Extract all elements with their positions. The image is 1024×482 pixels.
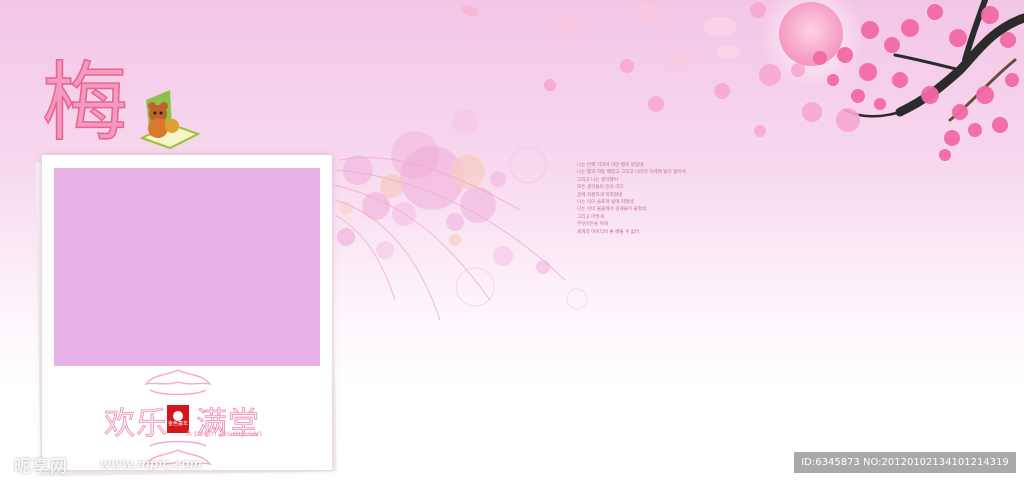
falling-petals: [461, 2, 740, 70]
card-subtitle: A poem for my son: [186, 429, 262, 438]
verse-line: 꿈에 처롱하게 익혀졌네: [577, 192, 623, 198]
verse-line: 세계의 아이디어 좋 배울 수 없어: [577, 229, 640, 235]
svg-text:梅: 梅: [42, 53, 128, 153]
korean-verse: 나는 반짝 거리며 하얀 별로 떴었네 나는 별과 하듯 깨었고 그리고 나라지…: [577, 162, 717, 236]
image-id-bar: ID:6345873 NO:20120102134101214319: [794, 452, 1016, 473]
verse-line: 그리고 나는 생각했어: [577, 177, 618, 183]
photo-placeholder[interactable]: [54, 168, 320, 366]
verse-line: 나는 이미 슬프게 빛에 떠혔네: [577, 200, 634, 206]
watermark-url: www.nipic.com: [100, 457, 202, 471]
card-title-part1: 欢乐: [104, 406, 168, 443]
teddy-bear-book-icon: [139, 90, 201, 150]
verse-line: 나는 별과 하듯 깨었고 그리고 나라지 하게여 빛이 없어서: [577, 170, 686, 176]
badge-text: 金色童年: [167, 421, 188, 427]
verse-line: 무엇이든을 위해: [577, 222, 609, 228]
watermark-brand: 昵享网: [14, 457, 68, 477]
verse-line: 나는 반짝 거리며 하얀 별로 떴었네: [577, 163, 644, 168]
sun-circle: [779, 2, 843, 66]
verse-line: 그리고 어떻게: [577, 214, 604, 220]
bokeh-circles: [337, 109, 588, 310]
verse-line: 모든 생각들이 빈의 이다: [577, 185, 624, 191]
verse-line: 나는 이미 불꽃에서 검게물이 들었네: [577, 207, 647, 213]
